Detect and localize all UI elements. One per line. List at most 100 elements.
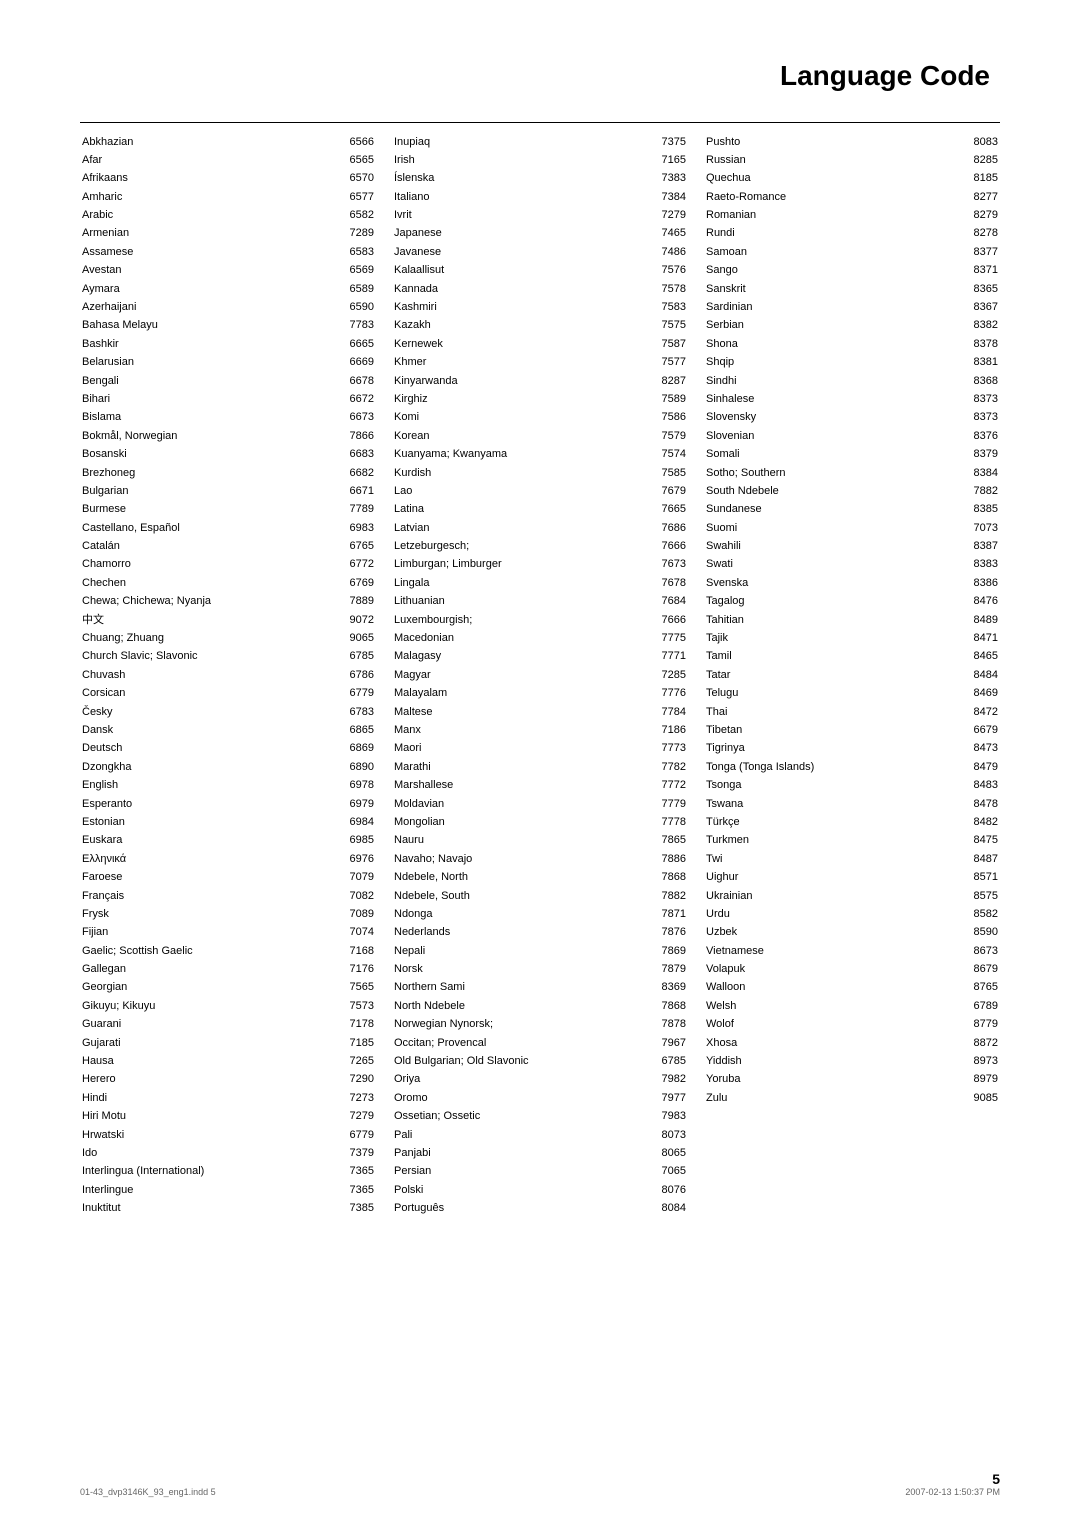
list-item: Kannada7578: [392, 280, 688, 298]
list-item: Brezhoneg6682: [80, 464, 376, 482]
language-code: 7879: [638, 961, 689, 979]
language-code: 7686: [638, 519, 689, 537]
language-code: 7073: [940, 519, 1000, 537]
language-code: 7665: [638, 501, 689, 519]
language-name: Magyar: [392, 666, 638, 684]
language-name: Tsonga: [704, 777, 940, 795]
list-item: Russian8285: [704, 151, 1000, 169]
language-name: Italiano: [392, 188, 638, 206]
language-code: 7886: [638, 850, 689, 868]
language-code: 7684: [638, 593, 689, 611]
language-code: 7379: [324, 1144, 376, 1162]
language-code: 6769: [324, 574, 376, 592]
language-code: 8387: [940, 538, 1000, 556]
language-name: Latina: [392, 501, 638, 519]
list-item: Thai8472: [704, 703, 1000, 721]
language-name: Afrikaans: [80, 170, 324, 188]
language-code: 7186: [638, 722, 689, 740]
list-item: Tatar8484: [704, 666, 1000, 684]
language-name: Yiddish: [704, 1053, 940, 1071]
list-item: Raeto-Romance8277: [704, 188, 1000, 206]
language-table-3: Pushto8083Russian8285Quechua8185Raeto-Ro…: [704, 133, 1000, 1108]
list-item: Polski8076: [392, 1181, 688, 1199]
list-item: Afar6565: [80, 151, 376, 169]
language-code: 7772: [638, 777, 689, 795]
list-item: Ndebele, South7882: [392, 887, 688, 905]
list-item: Maltese7784: [392, 703, 688, 721]
language-code: 8571: [940, 869, 1000, 887]
language-code: 7876: [638, 924, 689, 942]
language-code: 7265: [324, 1053, 376, 1071]
list-item: Quechua8185: [704, 170, 1000, 188]
language-name: Telugu: [704, 685, 940, 703]
language-name: Mongolian: [392, 813, 638, 831]
language-name: Welsh: [704, 997, 940, 1015]
list-item: Estonian6984: [80, 813, 376, 831]
language-name: Bislama: [80, 409, 324, 427]
list-item: Kirghiz7589: [392, 390, 688, 408]
language-name: Tatar: [704, 666, 940, 684]
language-name: Esperanto: [80, 795, 324, 813]
language-name: Kalaallisut: [392, 262, 638, 280]
language-name: Latvian: [392, 519, 638, 537]
language-name: Bosanski: [80, 446, 324, 464]
language-name: Inupiaq: [392, 133, 638, 151]
language-name: Kirghiz: [392, 390, 638, 408]
list-item: Sindhi8368: [704, 372, 1000, 390]
language-code: 6786: [324, 666, 376, 684]
language-name: Malayalam: [392, 685, 638, 703]
language-name: Gikuyu; Kikuyu: [80, 997, 324, 1015]
language-code: 7866: [324, 427, 376, 445]
language-name: Vietnamese: [704, 942, 940, 960]
language-name: Português: [392, 1200, 638, 1218]
language-code: 7384: [638, 188, 689, 206]
language-code: 6890: [324, 758, 376, 776]
language-code: 7678: [638, 574, 689, 592]
list-item: Yoruba8979: [704, 1071, 1000, 1089]
language-code: 8083: [940, 133, 1000, 151]
language-code: 7878: [638, 1016, 689, 1034]
language-name: Bengali: [80, 372, 324, 390]
language-code: 7882: [638, 887, 689, 905]
language-code: 8287: [638, 372, 689, 390]
language-name: Chamorro: [80, 556, 324, 574]
list-item: Esperanto6979: [80, 795, 376, 813]
language-code: 7385: [324, 1200, 376, 1218]
language-code: 9072: [324, 611, 376, 629]
language-name: Pali: [392, 1126, 638, 1144]
language-name: Deutsch: [80, 740, 324, 758]
list-item: Bihari6672: [80, 390, 376, 408]
list-item: Latvian7686: [392, 519, 688, 537]
language-code: 7784: [638, 703, 689, 721]
language-name: Romanian: [704, 207, 940, 225]
language-code: 7778: [638, 813, 689, 831]
list-item: Bokmål, Norwegian7866: [80, 427, 376, 445]
list-item: Hrwatski6779: [80, 1126, 376, 1144]
language-code: 8084: [638, 1200, 689, 1218]
list-item: Magyar7285: [392, 666, 688, 684]
column-1: Abkhazian6566Afar6565Afrikaans6570Amhari…: [80, 133, 384, 1218]
language-name: Ndebele, North: [392, 869, 638, 887]
list-item: Assamese6583: [80, 243, 376, 261]
list-item: Bahasa Melayu7783: [80, 317, 376, 335]
language-name: Afar: [80, 151, 324, 169]
list-item: Chuvash6786: [80, 666, 376, 684]
list-item: Komi7586: [392, 409, 688, 427]
language-code: 7783: [324, 317, 376, 335]
list-item: Tamil8465: [704, 648, 1000, 666]
language-table-2: Inupiaq7375Irish7165Íslenska7383Italiano…: [392, 133, 688, 1218]
language-code: 7871: [638, 905, 689, 923]
language-code: 7666: [638, 538, 689, 556]
language-name: Maltese: [392, 703, 638, 721]
language-name: Tigrinya: [704, 740, 940, 758]
list-item: Ελληνικά6976: [80, 850, 376, 868]
language-name: Kuanyama; Kwanyama: [392, 446, 638, 464]
list-item: Inupiaq7375: [392, 133, 688, 151]
language-code: 8979: [940, 1071, 1000, 1089]
language-name: Lithuanian: [392, 593, 638, 611]
list-item: Tigrinya8473: [704, 740, 1000, 758]
language-name: 中文: [80, 611, 324, 629]
language-code: 8476: [940, 593, 1000, 611]
list-item: Sinhalese8373: [704, 390, 1000, 408]
language-name: Maori: [392, 740, 638, 758]
